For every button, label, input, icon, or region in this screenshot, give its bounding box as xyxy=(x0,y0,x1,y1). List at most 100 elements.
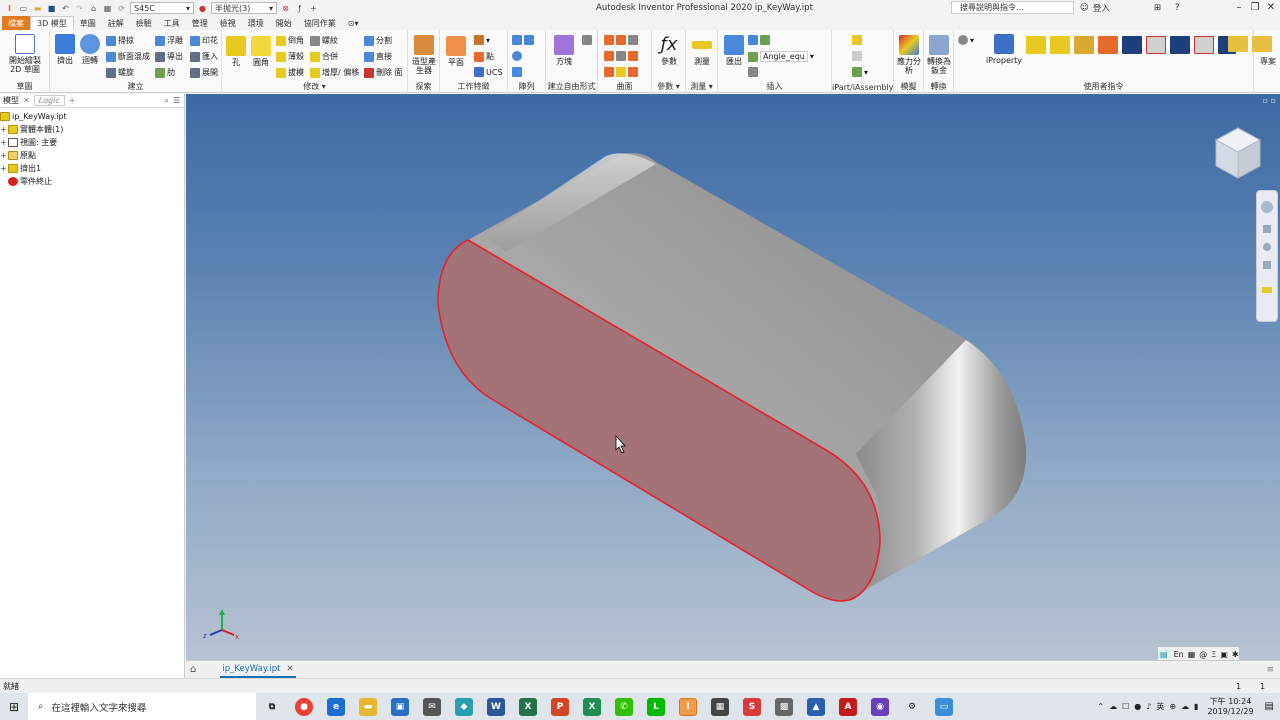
ipart-create-button[interactable] xyxy=(852,35,862,45)
export-button[interactable]: 匯出 xyxy=(722,35,746,66)
tab-overflow[interactable]: ⊙▾ xyxy=(342,16,365,30)
angle-equ-select[interactable]: Angle_equ ▾ xyxy=(748,51,814,62)
material-select[interactable]: S45C ▾ xyxy=(130,2,194,14)
open-folder-icon[interactable]: ▬ xyxy=(32,3,43,14)
network-icon[interactable]: ☐ xyxy=(1122,702,1129,711)
fillet-button[interactable]: 圓角 xyxy=(250,36,272,67)
ime-mode-icon[interactable]: ⊕ xyxy=(1169,702,1176,711)
clear-appearance-icon[interactable]: ⊗ xyxy=(280,3,291,14)
qr-app-icon[interactable]: ▩ xyxy=(775,697,793,716)
document-tab[interactable]: ip_KeyWay.ipt ✕ xyxy=(220,662,296,678)
chamfer-button[interactable]: 倒角 xyxy=(276,35,304,46)
tab-collaborate[interactable]: 協同作業 xyxy=(298,16,342,30)
help-search-input[interactable]: 搜尋說明與指令... xyxy=(951,1,1074,14)
user-tool-4[interactable] xyxy=(1098,36,1118,54)
autocad-icon[interactable]: A xyxy=(839,697,857,716)
taskbar-search[interactable]: ⌕ 在這裡輸入文字來搜尋 xyxy=(28,693,256,720)
decal-button[interactable]: 印花 xyxy=(190,35,218,46)
rect-pattern-button[interactable] xyxy=(512,35,534,45)
viewport-restore-icons[interactable]: ▫ ▫ xyxy=(1263,96,1276,105)
axis-button[interactable]: ▾ xyxy=(474,35,490,45)
tab-get-started[interactable]: 開始 xyxy=(270,16,298,30)
add-tab-icon[interactable]: + xyxy=(69,96,76,105)
revolve-button[interactable]: 迴轉 xyxy=(78,34,102,65)
fx-icon[interactable]: ƒ xyxy=(294,3,305,14)
expand-icon[interactable]: + xyxy=(0,125,7,134)
media-app-icon[interactable]: ◉ xyxy=(871,697,889,716)
tree-node-origin[interactable]: + 原點 xyxy=(0,149,184,162)
excel-icon[interactable]: X xyxy=(519,697,537,716)
tab-view[interactable]: 檢視 xyxy=(214,16,242,30)
s-app-icon[interactable]: S xyxy=(743,697,761,716)
freeform-tool-button[interactable] xyxy=(582,35,592,45)
chrome-icon[interactable]: ● xyxy=(295,697,313,716)
surface-tools-row2[interactable] xyxy=(604,51,638,61)
circ-pattern-button[interactable] xyxy=(512,51,522,61)
ime-indicator[interactable]: 英 xyxy=(1156,701,1164,712)
tab-model[interactable]: 模型 xyxy=(3,95,19,106)
word-icon[interactable]: W xyxy=(487,697,505,716)
zoom-icon[interactable] xyxy=(1263,243,1271,251)
loft-button[interactable]: 斷面混成 xyxy=(106,51,150,62)
tab-inspect[interactable]: 檢驗 xyxy=(130,16,158,30)
close-button[interactable]: ✕ xyxy=(1264,1,1278,14)
thicken-button[interactable]: 增厚/ 偏移 xyxy=(310,67,359,78)
convert-sheet-metal-button[interactable]: 轉換為鈑金 xyxy=(926,35,952,75)
doc-icon[interactable]: ▤ xyxy=(1158,649,1170,659)
onedrive-icon[interactable]: ☁ xyxy=(1181,702,1189,711)
expand-icon[interactable]: + xyxy=(0,164,7,173)
emboss-button[interactable]: 浮雕 xyxy=(155,35,183,46)
parameters-button[interactable]: ƒx 參數 xyxy=(657,35,681,67)
user-tool-5[interactable] xyxy=(1122,36,1142,54)
app-icon[interactable]: ◆ xyxy=(455,697,473,716)
calculator-icon[interactable]: ▦ xyxy=(711,697,729,716)
sketch-pattern-button[interactable] xyxy=(512,67,522,77)
thread-button[interactable]: 螺紋 xyxy=(310,35,338,46)
insert-tools-row3[interactable] xyxy=(748,67,758,77)
shell-button[interactable]: 薄殼 xyxy=(276,51,304,62)
close-tab-icon[interactable]: ✕ xyxy=(286,664,293,674)
tab-annotate[interactable]: 註解 xyxy=(102,16,130,30)
settings-gear-icon[interactable]: ⚙ xyxy=(903,698,921,716)
image-app-icon[interactable]: ▲ xyxy=(807,697,825,716)
update-icon[interactable]: ⟳ xyxy=(116,3,127,14)
unfold-button[interactable]: 展開 xyxy=(190,67,218,78)
tree-node-end-of-part[interactable]: 零件終止 xyxy=(0,175,184,188)
redo-icon[interactable]: ↷ xyxy=(74,3,85,14)
derive-button[interactable]: 導出 xyxy=(155,51,183,62)
appearance-select[interactable]: 半抛光(3) ▾ xyxy=(211,2,277,14)
user-tool-1[interactable] xyxy=(1026,36,1046,54)
mail-icon[interactable]: ✉ xyxy=(423,697,441,716)
tab-logic[interactable]: Logic xyxy=(33,95,65,106)
tab-manage[interactable]: 管理 xyxy=(186,16,214,30)
shape-generator-button[interactable]: 造型產生器 xyxy=(410,35,438,75)
surface-tools-row3[interactable] xyxy=(604,67,638,77)
ipart-edit-button[interactable] xyxy=(852,51,862,61)
pan-icon[interactable] xyxy=(1263,225,1271,233)
import-button[interactable]: 匯入 xyxy=(190,51,218,62)
volume-icon[interactable]: ♪ xyxy=(1146,702,1151,711)
viewcube[interactable] xyxy=(1214,127,1262,179)
tray-chevron-icon[interactable]: ⌃ xyxy=(1097,702,1104,711)
direct-button[interactable]: 直接 xyxy=(364,51,392,62)
inventor-taskbar-icon[interactable]: I xyxy=(679,697,697,716)
extrude-button[interactable]: 擠出 xyxy=(53,34,77,65)
look-at-icon[interactable] xyxy=(1262,287,1272,293)
orbit-icon[interactable] xyxy=(1263,261,1271,269)
project-button[interactable] xyxy=(1252,36,1272,52)
tab-3d-model[interactable]: 3D 模型 xyxy=(30,16,74,30)
tree-node-solid-bodies[interactable]: + 實體本體(1) xyxy=(0,123,184,136)
minimize-button[interactable]: – xyxy=(1232,1,1246,14)
task-view-icon[interactable]: ⧉ xyxy=(263,698,281,716)
open-folder-button[interactable] xyxy=(1228,36,1248,52)
table-icon[interactable]: ▣ xyxy=(1220,650,1228,659)
user-tool-7[interactable] xyxy=(1170,36,1190,54)
freeform-box-button[interactable]: 方塊 xyxy=(552,35,576,66)
insert-tools-row1[interactable] xyxy=(748,35,770,45)
display-app-icon[interactable]: ▭ xyxy=(935,697,953,716)
new-file-icon[interactable]: ▭ xyxy=(18,3,29,14)
language-toggle[interactable]: En xyxy=(1174,650,1184,659)
start-button[interactable]: ⊞ xyxy=(0,693,28,720)
surface-tools-row1[interactable] xyxy=(604,35,638,45)
tree-node-part[interactable]: ip_KeyWay.ipt xyxy=(0,110,184,123)
